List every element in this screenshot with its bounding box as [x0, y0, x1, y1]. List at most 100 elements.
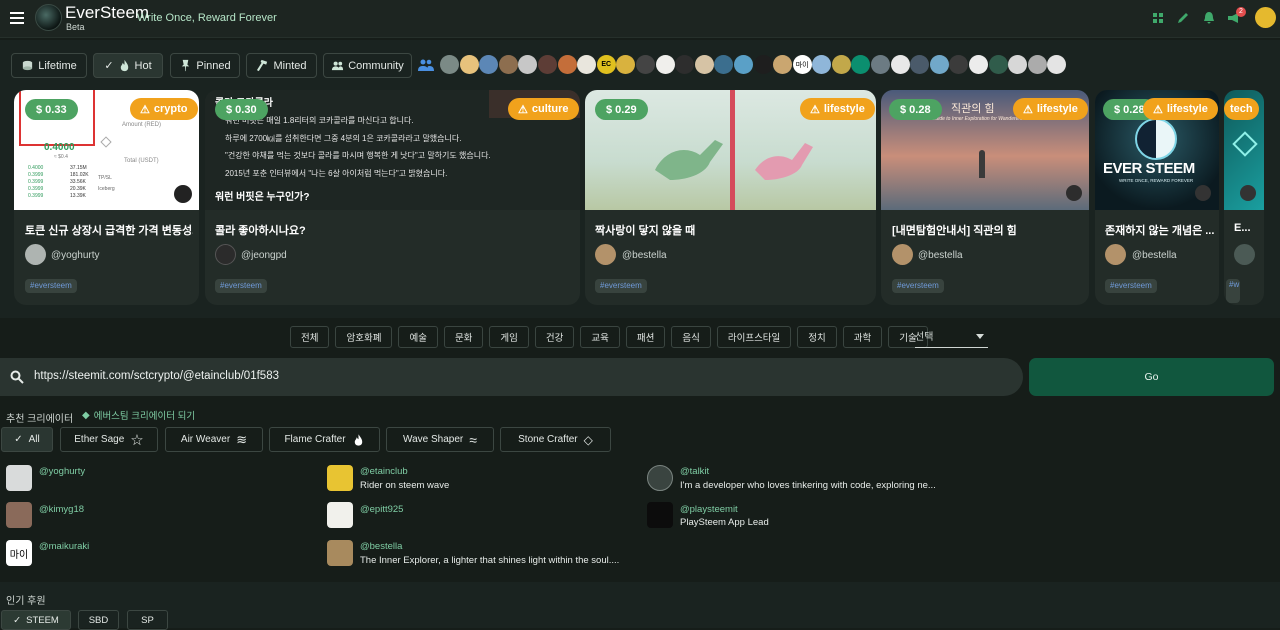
creator-name[interactable]: @etainclub [360, 466, 408, 477]
tab-hot[interactable]: ✓ Hot [93, 53, 163, 78]
category-chip[interactable]: 전체 [290, 326, 330, 348]
bell-icon[interactable] [1202, 11, 1216, 25]
community-avatar[interactable] [479, 55, 499, 74]
category-chip[interactable]: 게임 [489, 326, 529, 348]
category-chip[interactable]: 건강 [534, 326, 575, 348]
community-avatar[interactable] [773, 55, 793, 74]
author-avatar[interactable] [1234, 244, 1255, 265]
post-card[interactable]: tech E... #w [1224, 90, 1264, 305]
author-avatar[interactable] [595, 244, 616, 265]
edit-icon[interactable] [1176, 11, 1190, 25]
community-avatar[interactable] [577, 55, 597, 74]
community-avatar[interactable] [440, 55, 459, 74]
category-select[interactable]: 선택 [915, 328, 988, 348]
community-avatar[interactable] [1047, 55, 1067, 74]
post-title[interactable]: 토큰 신규 상장시 급격한 가격 변동성... [25, 222, 193, 238]
community-avatar[interactable] [851, 55, 871, 74]
community-avatar[interactable] [831, 55, 851, 74]
community-avatar[interactable] [929, 55, 949, 74]
post-title[interactable]: 콜라 좋아하시나요? [215, 222, 575, 238]
category-badge[interactable]: ⚠ crypto [130, 98, 198, 120]
category-badge[interactable]: ⚠ culture [508, 98, 579, 120]
creator-name[interactable]: @maikuraki [39, 541, 89, 552]
community-avatar[interactable] [694, 55, 714, 74]
popular-tab-sbd[interactable]: SBD [78, 610, 119, 630]
dashboard-icon[interactable] [1151, 11, 1165, 25]
category-badge[interactable]: tech [1224, 98, 1259, 120]
post-title[interactable]: 짝사랑이 닿지 않을 때 [595, 222, 870, 238]
post-card[interactable]: Amount (RED) 0.4000 ≈ $0.4 Total (USDT) … [14, 90, 199, 305]
post-tag[interactable]: #eversteem [595, 279, 647, 293]
tab-pinned[interactable]: Pinned [170, 53, 240, 78]
community-avatar[interactable] [949, 55, 969, 74]
category-chip[interactable]: 과학 [842, 326, 883, 348]
community-avatar[interactable] [459, 55, 479, 74]
post-card[interactable]: $ 0.29 ⚠ lifestyle 짝사랑이 닿지 않을 때 @bestella… [585, 90, 876, 305]
community-avatar[interactable] [518, 55, 538, 74]
community-avatar[interactable] [557, 55, 577, 74]
community-avatar[interactable] [537, 55, 557, 74]
community-avatar[interactable] [616, 55, 636, 74]
popular-tab-steem[interactable]: ✓ STEEM [1, 610, 71, 630]
category-chip[interactable]: 정치 [797, 326, 837, 348]
category-badge[interactable]: ⚠ lifestyle [1143, 98, 1218, 120]
creator-avatar[interactable] [647, 502, 673, 528]
creator-name[interactable]: @yoghurty [39, 466, 85, 477]
post-title[interactable]: E... [1234, 222, 1262, 234]
creator-avatar[interactable] [6, 502, 32, 528]
creator-avatar[interactable] [6, 465, 32, 491]
author-avatar[interactable] [892, 244, 913, 265]
post-card[interactable]: 직관의 힘 A Guide to Inner Exploration for W… [881, 90, 1089, 305]
post-tag[interactable]: #eversteem [1105, 279, 1157, 293]
community-avatar[interactable] [733, 55, 753, 74]
community-avatar[interactable] [910, 55, 930, 74]
author-name[interactable]: @bestella [1132, 250, 1177, 261]
author-name[interactable]: @bestella [918, 250, 963, 261]
post-tag[interactable]: #w [1226, 279, 1240, 303]
category-badge[interactable]: ⚠ lifestyle [1013, 98, 1088, 120]
category-badge[interactable]: ⚠ lifestyle [800, 98, 875, 120]
category-chip[interactable]: 문화 [443, 326, 484, 348]
category-chip[interactable]: 예술 [398, 326, 438, 348]
tab-minted[interactable]: Minted [246, 53, 317, 78]
post-card[interactable]: EVER STEEM WRITE ONCE, REWARD FOREVER $ … [1095, 90, 1219, 305]
author-avatar[interactable] [215, 244, 236, 265]
creator-name[interactable]: @bestella [360, 541, 402, 552]
popular-tab-sp[interactable]: SP [127, 610, 168, 630]
community-avatar[interactable] [812, 55, 832, 74]
creator-name[interactable]: @kimyg18 [39, 504, 84, 515]
category-chip[interactable]: 교육 [580, 326, 620, 348]
author-avatar[interactable] [25, 244, 46, 265]
eversteem-logo[interactable] [35, 4, 62, 31]
category-chip[interactable]: 라이프스타일 [716, 326, 792, 348]
creator-avatar[interactable] [647, 465, 673, 491]
tab-community[interactable]: Community [323, 53, 412, 78]
creator-filter-stone-crafter[interactable]: Stone Crafter ◇ [500, 427, 611, 452]
creator-filter-wave-shaper[interactable]: Wave Shaper ≈ [386, 427, 494, 452]
url-input[interactable]: https://steemit.com/sctcrypto/@etainclub… [0, 358, 1023, 396]
community-avatar[interactable] [1008, 55, 1028, 74]
community-avatar[interactable] [714, 55, 734, 74]
community-avatar[interactable] [635, 55, 655, 74]
creator-filter-flame-crafter[interactable]: Flame Crafter [269, 427, 380, 452]
post-title[interactable]: [내면탐험안내서] 직관의 힘 [892, 222, 1084, 238]
user-avatar[interactable] [1255, 7, 1276, 28]
post-tag[interactable]: #eversteem [892, 279, 944, 293]
category-chip[interactable]: 음식 [671, 326, 711, 348]
become-creator-link[interactable]: ◆ 에버스팀 크리에이터 되기 [82, 408, 195, 423]
creator-filter-ether-sage[interactable]: Ether Sage ☆ [60, 427, 158, 452]
author-avatar[interactable] [1105, 244, 1126, 265]
creator-avatar[interactable]: 마이 [6, 540, 32, 566]
post-tag[interactable]: #eversteem [25, 279, 77, 293]
people-icon[interactable] [418, 58, 434, 72]
community-avatar[interactable] [1027, 55, 1047, 74]
post-tag[interactable]: #eversteem [215, 279, 267, 293]
creator-avatar[interactable] [327, 540, 353, 566]
creator-name[interactable]: @epitt925 [360, 504, 403, 515]
community-avatar[interactable]: 마이 [792, 55, 812, 74]
creator-avatar[interactable] [327, 465, 353, 491]
community-avatar[interactable] [969, 55, 989, 74]
category-chip[interactable]: 암호화폐 [335, 326, 393, 348]
community-avatar[interactable] [753, 55, 773, 74]
author-name[interactable]: @bestella [622, 250, 667, 261]
